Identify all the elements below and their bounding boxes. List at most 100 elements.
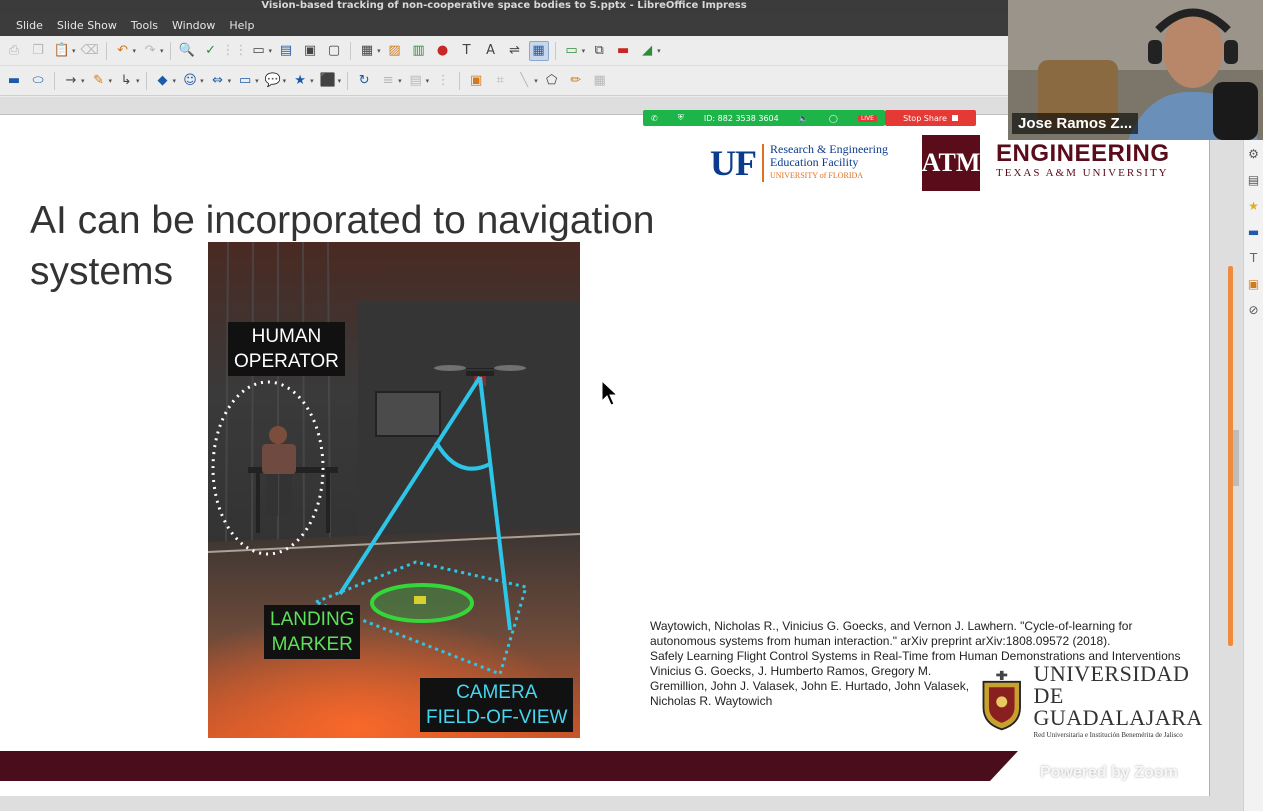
uf-logo-divider: [762, 143, 764, 182]
media-icon[interactable]: ●: [433, 41, 453, 61]
chart-icon[interactable]: ▥: [409, 41, 429, 61]
callout-dropdown-icon[interactable]: ▾: [283, 77, 287, 85]
slide-transition-icon[interactable]: ▤: [1246, 172, 1262, 188]
paste-dropdown-icon[interactable]: ▾: [72, 47, 76, 55]
flowchart-icon[interactable]: ▭: [235, 71, 255, 91]
connector-icon[interactable]: ↳: [116, 71, 136, 91]
zoom-meeting-bar[interactable]: ✆ ⛨ ID: 882 3538 3604 🔈 ◯ LIVE: [643, 110, 885, 126]
rotate-icon[interactable]: ↻: [354, 71, 374, 91]
3d-objects-icon[interactable]: ⬛: [318, 71, 338, 91]
ellipse-icon[interactable]: ⬭: [28, 71, 48, 91]
new-slide-icon[interactable]: ▭: [562, 41, 582, 61]
navigator-icon[interactable]: ⊘: [1246, 302, 1262, 318]
toggle-extrusion-icon[interactable]: ▦: [590, 71, 610, 91]
symbol-shapes-icon[interactable]: ☺: [180, 71, 200, 91]
paste-icon[interactable]: 📋: [52, 41, 72, 61]
speaker-icon[interactable]: 🔈: [799, 114, 809, 123]
copy-icon[interactable]: ❐: [28, 41, 48, 61]
print-icon[interactable]: ⎙: [4, 41, 24, 61]
styles-icon[interactable]: T: [1246, 250, 1262, 266]
toolbar-separator: [169, 41, 171, 60]
display-views-dropdown-icon[interactable]: ▾: [269, 47, 273, 55]
align-icon[interactable]: ≡: [378, 71, 398, 91]
redo-dropdown-icon[interactable]: ▾: [160, 47, 164, 55]
table-icon[interactable]: ▦: [357, 41, 377, 61]
align-dropdown-icon[interactable]: ▾: [398, 77, 402, 85]
points-icon[interactable]: ⬠: [542, 71, 562, 91]
3d-objects-dropdown-icon[interactable]: ▾: [338, 77, 342, 85]
flowchart-dropdown-icon[interactable]: ▾: [255, 77, 259, 85]
master-slides-icon[interactable]: ▬: [1246, 224, 1262, 240]
landing-marker-label: LANDING MARKER: [264, 605, 361, 659]
basic-shapes-icon[interactable]: ◆: [153, 71, 173, 91]
menu-window[interactable]: Window: [166, 17, 221, 34]
line-arrow-icon[interactable]: →: [61, 71, 81, 91]
slide-layout-icon[interactable]: ◢: [637, 41, 657, 61]
uf-logo-mark: UF: [710, 142, 757, 183]
hyperlink-icon[interactable]: ⇌: [505, 41, 525, 61]
curve-icon[interactable]: ✎: [89, 71, 109, 91]
shield-icon[interactable]: ⛨: [678, 113, 684, 123]
glue-points-icon[interactable]: ✏: [566, 71, 586, 91]
connector-dropdown-icon[interactable]: ▾: [136, 77, 140, 85]
arrange-icon[interactable]: ▤: [406, 71, 426, 91]
menu-tools[interactable]: Tools: [125, 17, 164, 34]
basic-shapes-dropdown-icon[interactable]: ▾: [173, 77, 177, 85]
menu-help[interactable]: Help: [223, 17, 260, 34]
grid-icon[interactable]: ⋮⋮: [222, 41, 248, 61]
block-arrows-icon[interactable]: ⇔: [208, 71, 228, 91]
camera-fov-label: CAMERA FIELD-OF-VIEW: [420, 678, 574, 732]
arrange-dropdown-icon[interactable]: ▾: [426, 77, 430, 85]
stop-share-button[interactable]: Stop Share: [885, 110, 976, 126]
delete-slide-icon[interactable]: ▬: [613, 41, 633, 61]
redo-icon[interactable]: ↷: [140, 41, 160, 61]
participant-video[interactable]: Jose Ramos Z...: [1008, 0, 1263, 140]
undo-icon[interactable]: ↶: [113, 41, 133, 61]
animation-icon[interactable]: ★: [1246, 198, 1262, 214]
drone-lab-photo[interactable]: HUMAN OPERATOR LANDING MARKER CAMERA FIE…: [208, 242, 580, 738]
image-icon[interactable]: ▨: [385, 41, 405, 61]
table-dropdown-icon[interactable]: ▾: [377, 47, 381, 55]
live-badge: LIVE: [857, 114, 877, 122]
crop-icon[interactable]: ⌗: [490, 71, 510, 91]
slide-layout-dropdown-icon[interactable]: ▾: [657, 47, 661, 55]
filter-dropdown-icon[interactable]: ▾: [534, 77, 538, 85]
participant-name: Jose Ramos Z...: [1012, 113, 1139, 134]
undo-dropdown-icon[interactable]: ▾: [133, 47, 137, 55]
stars-icon[interactable]: ★: [290, 71, 310, 91]
distribute-icon[interactable]: ⋮: [433, 71, 453, 91]
rectangle-icon[interactable]: ▬: [4, 71, 24, 91]
stars-dropdown-icon[interactable]: ▾: [310, 77, 314, 85]
symbol-shapes-dropdown-icon[interactable]: ▾: [200, 77, 204, 85]
shadow-icon[interactable]: ▣: [466, 71, 486, 91]
toolbar-separator: [554, 41, 556, 60]
menu-slide[interactable]: Slide: [10, 17, 49, 34]
menu-slide-show[interactable]: Slide Show: [51, 17, 123, 34]
toolbar-separator: [350, 41, 352, 60]
gallery-icon[interactable]: ▣: [1246, 276, 1262, 292]
start-current-slide-icon[interactable]: ▢: [324, 41, 344, 61]
clone-formatting-icon[interactable]: ⌫: [80, 41, 100, 61]
slide-canvas[interactable]: AI can be incorporated to navigation sys…: [0, 114, 1210, 796]
curve-dropdown-icon[interactable]: ▾: [109, 77, 113, 85]
fontwork-icon[interactable]: A: [481, 41, 501, 61]
sidebar-collapse-handle[interactable]: [1233, 430, 1239, 486]
find-replace-icon[interactable]: 🔍: [177, 41, 197, 61]
text-box-icon[interactable]: T: [457, 41, 477, 61]
properties-icon[interactable]: ⚙: [1246, 146, 1262, 162]
callout-icon[interactable]: 💬: [263, 71, 283, 91]
start-first-slide-icon[interactable]: ▣: [300, 41, 320, 61]
phone-icon[interactable]: ✆: [651, 114, 658, 123]
tamu-logo-text: ENGINEERING TEXAS A&M UNIVERSITY: [996, 141, 1170, 180]
duplicate-slide-icon[interactable]: ⧉: [589, 41, 609, 61]
show-draw-functions-icon[interactable]: ▦: [528, 40, 549, 61]
filter-icon[interactable]: ╲: [514, 71, 534, 91]
record-icon[interactable]: ◯: [829, 114, 838, 123]
block-arrows-dropdown-icon[interactable]: ▾: [228, 77, 232, 85]
spelling-icon[interactable]: ✓: [201, 41, 221, 61]
display-views-icon[interactable]: ▭: [249, 41, 269, 61]
line-arrow-dropdown-icon[interactable]: ▾: [81, 77, 85, 85]
master-slide-icon[interactable]: ▤: [276, 41, 296, 61]
new-slide-dropdown-icon[interactable]: ▾: [582, 47, 586, 55]
stop-share-label: Stop Share: [903, 113, 947, 123]
